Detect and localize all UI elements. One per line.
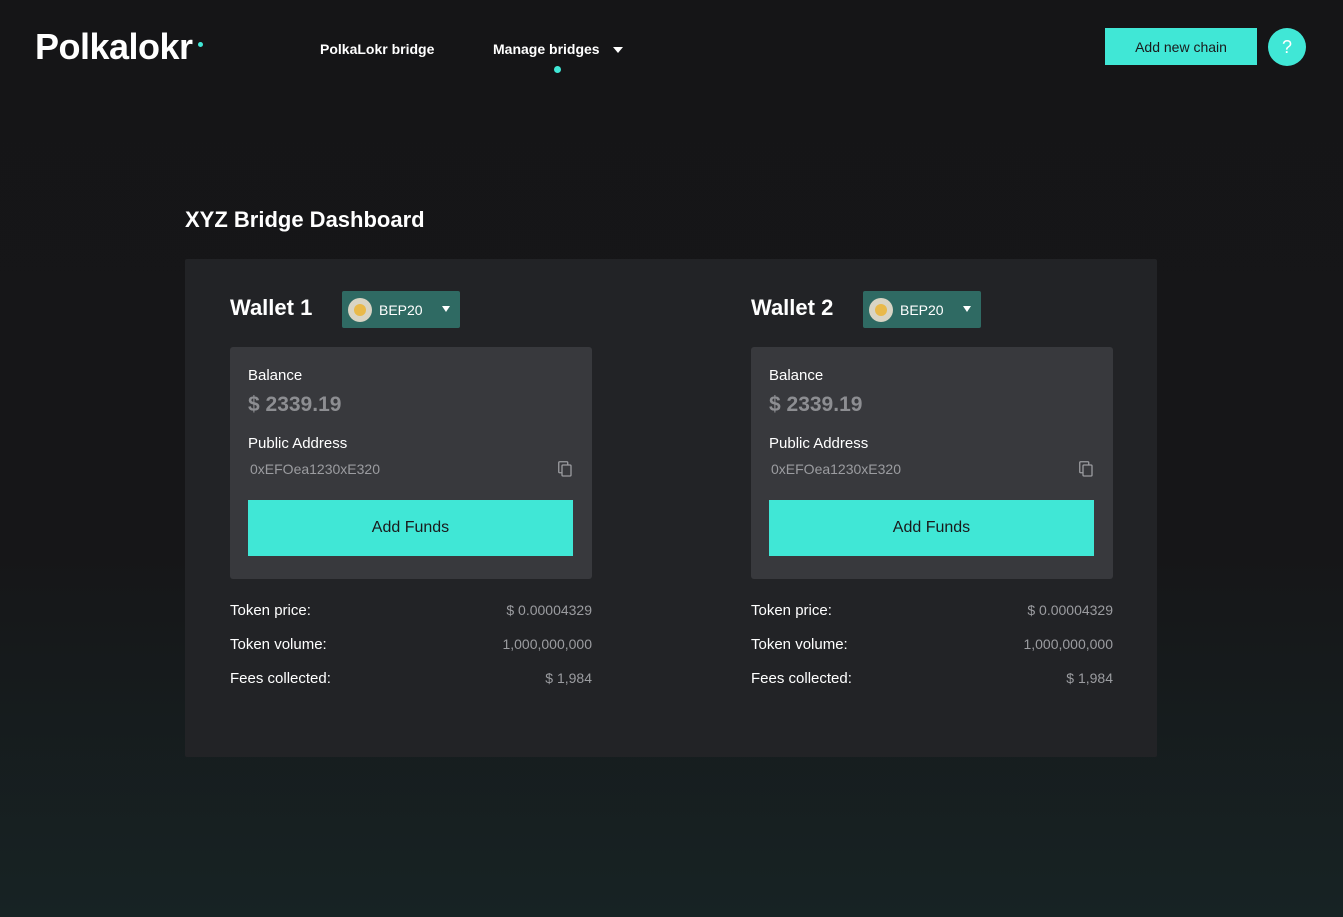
stat-token-price: Token price: $ 0.00004329 bbox=[230, 602, 592, 622]
stat-token-volume: Token volume: 1,000,000,000 bbox=[751, 636, 1113, 656]
logo-dot bbox=[198, 42, 203, 47]
stat-label: Token price: bbox=[751, 602, 832, 619]
add-funds-button[interactable]: Add Funds bbox=[769, 500, 1094, 556]
logo[interactable]: Polkalokr bbox=[35, 26, 193, 68]
token-select-label: BEP20 bbox=[900, 301, 944, 318]
balance-value: $ 2339.19 bbox=[248, 393, 342, 416]
help-button[interactable]: ? bbox=[1268, 28, 1306, 66]
stat-label: Token volume: bbox=[230, 636, 327, 653]
stat-value: $ 0.00004329 bbox=[506, 602, 592, 618]
chevron-down-icon bbox=[963, 306, 971, 312]
wallet-card: Balance $ 2339.19 Public Address 0xEFOea… bbox=[751, 347, 1113, 579]
public-address-value: 0xEFOea1230xE320 bbox=[771, 461, 901, 477]
stat-fees-collected: Fees collected: $ 1,984 bbox=[751, 670, 1113, 690]
stat-token-volume: Token volume: 1,000,000,000 bbox=[230, 636, 592, 656]
bnb-coin-icon bbox=[348, 297, 372, 322]
stat-label: Token volume: bbox=[751, 636, 848, 653]
nav-manage-bridges[interactable]: Manage bridges bbox=[493, 41, 624, 57]
wallet-card: Balance $ 2339.19 Public Address 0xEFOea… bbox=[230, 347, 592, 579]
question-mark-icon: ? bbox=[1281, 36, 1292, 57]
nav-polkalokr-bridge[interactable]: PolkaLokr bridge bbox=[320, 41, 434, 57]
page-title: XYZ Bridge Dashboard bbox=[185, 207, 425, 232]
stat-value: $ 1,984 bbox=[545, 670, 592, 686]
nav-manage-bridges-label: Manage bridges bbox=[493, 41, 600, 57]
wallet-2: Wallet 2 BEP20 Balance $ 2339.19 Public … bbox=[751, 259, 1113, 757]
stat-value: 1,000,000,000 bbox=[1023, 636, 1113, 652]
wallet-title: Wallet 2 bbox=[751, 295, 834, 320]
chevron-down-icon bbox=[613, 47, 624, 54]
wallet-title: Wallet 1 bbox=[230, 295, 313, 320]
stat-fees-collected: Fees collected: $ 1,984 bbox=[230, 670, 592, 690]
balance-label: Balance bbox=[769, 367, 824, 384]
add-funds-button[interactable]: Add Funds bbox=[248, 500, 573, 556]
nav-polkalokr-bridge-label: PolkaLokr bridge bbox=[320, 41, 435, 57]
stat-value: $ 1,984 bbox=[1066, 670, 1113, 686]
copy-icon[interactable] bbox=[1079, 461, 1093, 477]
stat-value: $ 0.00004329 bbox=[1027, 602, 1113, 618]
chevron-down-icon bbox=[442, 306, 450, 312]
wallet-1: Wallet 1 BEP20 Balance $ 2339.19 Public … bbox=[230, 259, 592, 757]
token-select[interactable]: BEP20 bbox=[342, 291, 460, 328]
bridge-dashboard-panel: Wallet 1 BEP20 Balance $ 2339.19 Public … bbox=[185, 259, 1157, 757]
stat-label: Token price: bbox=[230, 602, 311, 619]
token-select-label: BEP20 bbox=[379, 301, 423, 318]
copy-icon[interactable] bbox=[558, 461, 572, 477]
balance-label: Balance bbox=[248, 367, 303, 384]
stat-value: 1,000,000,000 bbox=[502, 636, 592, 652]
public-address-label: Public Address bbox=[769, 435, 869, 452]
stat-label: Fees collected: bbox=[230, 670, 331, 687]
balance-value: $ 2339.19 bbox=[769, 393, 863, 416]
top-navigation: Polkalokr PolkaLokr bridge Manage bridge… bbox=[0, 0, 1343, 100]
stat-token-price: Token price: $ 0.00004329 bbox=[751, 602, 1113, 622]
public-address-label: Public Address bbox=[248, 435, 348, 452]
add-new-chain-button[interactable]: Add new chain bbox=[1105, 28, 1257, 65]
nav-active-indicator bbox=[554, 66, 561, 73]
bnb-coin-icon bbox=[869, 297, 893, 322]
public-address-value: 0xEFOea1230xE320 bbox=[250, 461, 380, 477]
stat-label: Fees collected: bbox=[751, 670, 852, 687]
token-select[interactable]: BEP20 bbox=[863, 291, 981, 328]
